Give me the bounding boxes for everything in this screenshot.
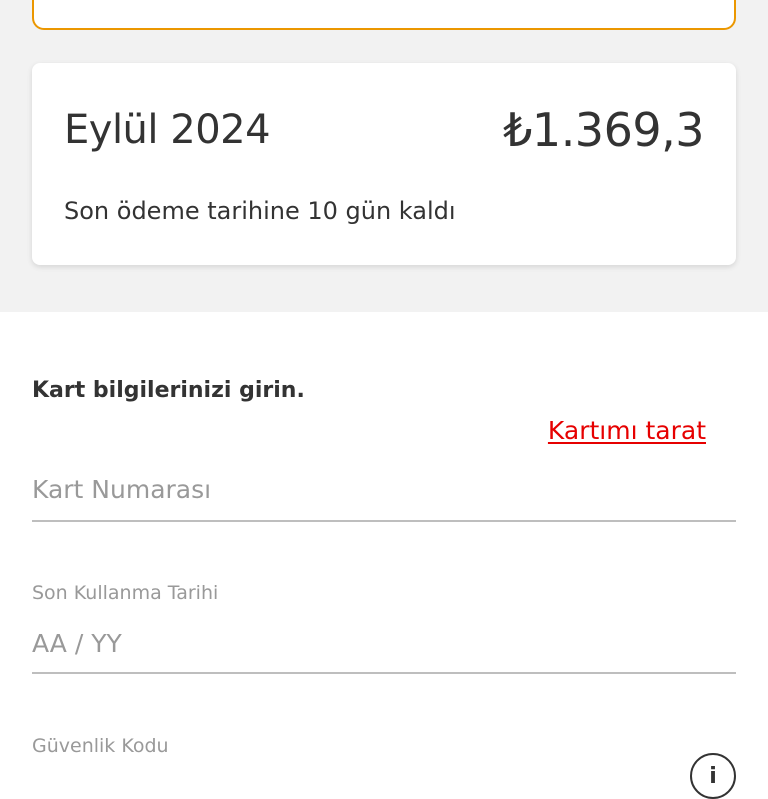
previous-bill-card[interactable] bbox=[32, 0, 736, 30]
expiry-field[interactable] bbox=[32, 620, 736, 674]
info-icon[interactable]: i bbox=[690, 753, 736, 799]
cvv-label: Güvenlik Kodu bbox=[32, 735, 169, 757]
card-number-input[interactable] bbox=[32, 464, 736, 514]
expiry-label: Son Kullanma Tarihi bbox=[32, 582, 219, 604]
form-title: Kart bilgilerinizi girin. bbox=[32, 378, 305, 403]
scan-card-link[interactable]: Kartımı tarat bbox=[548, 416, 706, 445]
bill-amount: ₺1.369,3 bbox=[503, 103, 704, 157]
info-glyph: i bbox=[709, 763, 717, 789]
bill-summary-section: Eylül 2024 ₺1.369,3 Son ödeme tarihine 1… bbox=[0, 0, 768, 312]
bill-card[interactable]: Eylül 2024 ₺1.369,3 Son ödeme tarihine 1… bbox=[32, 63, 736, 265]
expiry-input[interactable] bbox=[32, 620, 736, 666]
bill-due-text: Son ödeme tarihine 10 gün kaldı bbox=[64, 197, 456, 225]
card-number-field[interactable] bbox=[32, 464, 736, 522]
card-form-section: Kart bilgilerinizi girin. Kartımı tarat … bbox=[0, 312, 768, 799]
bill-month: Eylül 2024 bbox=[64, 107, 271, 153]
